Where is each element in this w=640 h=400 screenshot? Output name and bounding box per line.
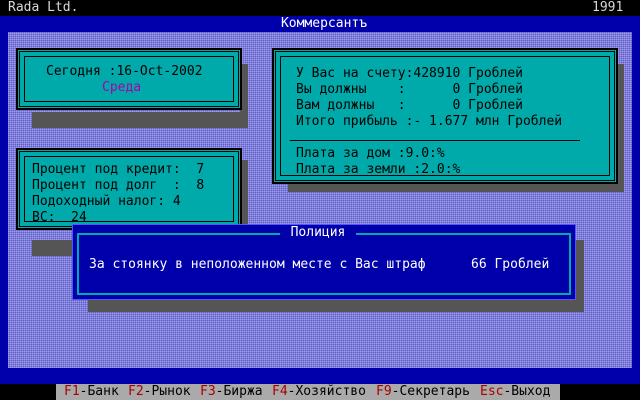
police-dialog-shadow <box>88 300 584 312</box>
fine-amount: 66 Гроблей <box>471 257 550 272</box>
debt-rate: Процент под долг : 8 <box>32 178 205 193</box>
fkey-market-label: -Рынок <box>143 384 191 399</box>
account-balance: У Вас на счету:428910 Гроблей <box>296 66 523 81</box>
fkey-exchange-key: F3 <box>200 384 216 399</box>
fkey-exit-label: -Выход <box>503 384 551 399</box>
fkey-secretary-key: F9 <box>376 384 392 399</box>
fkey-secretary[interactable]: F9-Секретарь <box>376 384 470 400</box>
fkey-secretary-label: -Секретарь <box>391 384 470 399</box>
fkey-exchange[interactable]: F3-Биржа <box>200 384 263 400</box>
fkey-household-key: F4 <box>272 384 288 399</box>
house-fee: Плата за дом :9.0:% <box>296 146 445 161</box>
account-panel: У Вас на счету:428910 Гроблей Вы должны … <box>272 48 618 184</box>
police-dialog-title: Полиция <box>280 225 356 241</box>
rates-panel: Процент под кредит: 7 Процент под долг :… <box>16 148 242 230</box>
current-weekday: Среда <box>102 80 142 95</box>
fkey-market[interactable]: F2-Рынок <box>128 384 191 400</box>
fkey-bank-label: -Банк <box>79 384 119 399</box>
year-label: 1991 <box>592 0 624 15</box>
fine-message: За стоянку в неположенном месте с Вас шт… <box>89 257 426 272</box>
function-key-bar: F1-Банк F2-Рынок F3-Биржа F4-Хозяйство F… <box>56 384 560 400</box>
fkey-exit-key: Esc <box>480 384 504 399</box>
fkey-bank[interactable]: F1-Банк <box>64 384 119 400</box>
company-name: Rada Ltd. <box>8 0 79 15</box>
account-panel-shadow <box>288 184 624 192</box>
top-bar: Rada Ltd. 1991 <box>0 0 640 16</box>
land-fee: Плата за земли :2.0:% <box>296 162 461 177</box>
current-date: Сегодня :16-Oct-2002 <box>46 64 203 79</box>
account-separator <box>290 140 580 141</box>
fkey-bank-key: F1 <box>64 384 80 399</box>
fkey-household[interactable]: F4-Хозяйство <box>272 384 366 400</box>
fkey-exchange-label: -Биржа <box>215 384 263 399</box>
date-panel: Сегодня :16-Oct-2002 Среда <box>16 48 242 110</box>
total-profit: Итого прибыль :- 1.677 млн Гроблей <box>296 114 563 129</box>
you-owe: Вы должны : 0 Гроблей <box>296 82 523 97</box>
income-tax: Подоходный налог: 4 <box>32 194 181 209</box>
fkey-exit[interactable]: Esc-Выход <box>480 384 550 400</box>
owed-to-you: Вам должны : 0 Гроблей <box>296 98 523 113</box>
date-panel-shadow <box>32 112 248 128</box>
window-title: Коммерсантъ <box>264 16 384 32</box>
fkey-household-label: -Хозяйство <box>287 384 366 399</box>
fkey-market-key: F2 <box>128 384 144 399</box>
credit-rate: Процент под кредит: 7 <box>32 162 205 177</box>
